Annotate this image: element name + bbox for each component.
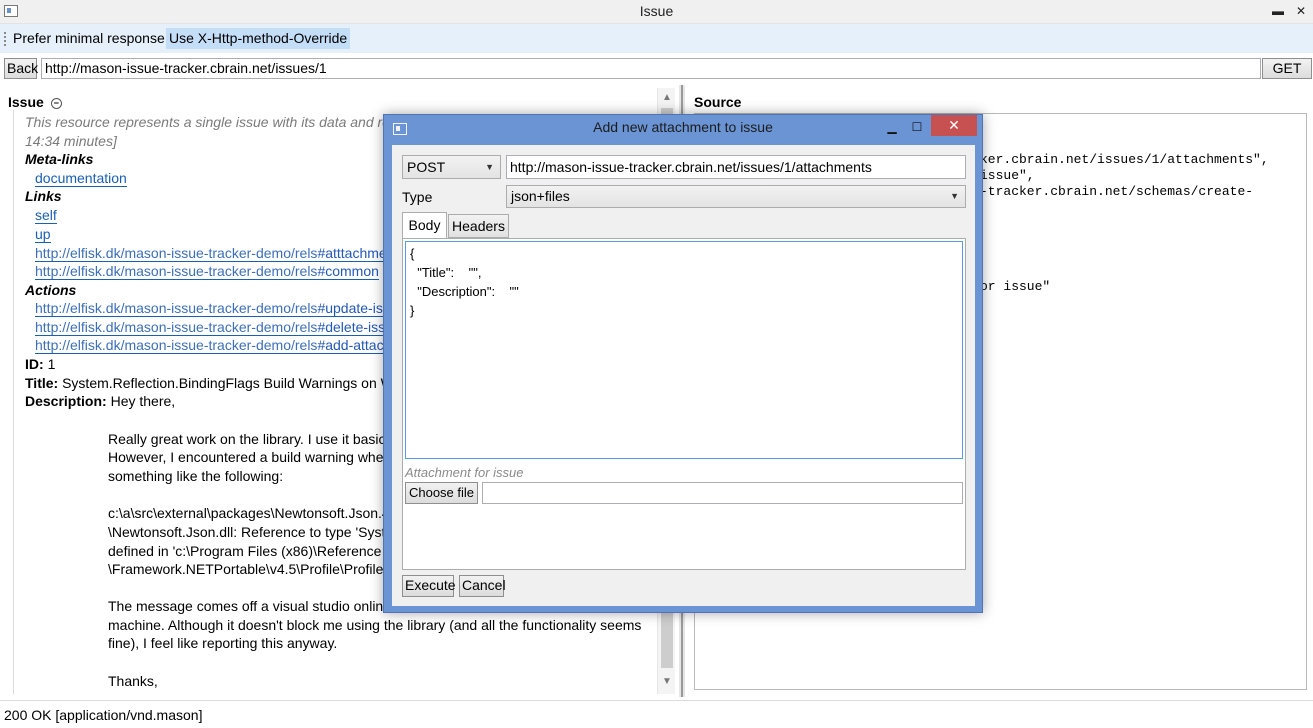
- window-title: Issue: [639, 3, 674, 19]
- description-line: However, I encountered a build warning w…: [108, 449, 384, 465]
- title-bar: Issue ▬ ✕: [0, 0, 1313, 24]
- title-label: Title:: [25, 375, 59, 391]
- add-attachment-dialog: Add new attachment to issue ▁ ☐ ✕ POST ▼…: [383, 114, 983, 613]
- rel-fragment: #common: [317, 263, 379, 279]
- rel-fragment: #add-attach: [317, 337, 392, 353]
- scroll-up-icon[interactable]: ▲: [658, 90, 675, 106]
- chevron-down-icon: ▼: [950, 191, 959, 201]
- scroll-down-icon[interactable]: ▼: [658, 674, 675, 690]
- back-button[interactable]: Back: [4, 58, 38, 79]
- up-link[interactable]: up: [35, 226, 51, 243]
- description-line: machine. Although it doesn't block me us…: [108, 617, 642, 633]
- collapse-icon[interactable]: −: [50, 97, 62, 109]
- description-line: c:\a\src\external\packages\Newtonsoft.Js…: [108, 505, 390, 521]
- close-icon[interactable]: ✕: [1293, 3, 1309, 19]
- dialog-maximize-icon[interactable]: ☐: [906, 119, 928, 135]
- source-line: issue",: [980, 168, 1035, 183]
- rel-fragment: #delete-issu: [317, 319, 393, 335]
- meta-links-label: Meta-links: [25, 151, 94, 167]
- delete-issue-action-link[interactable]: http://elfisk.dk/mason-issue-tracker-dem…: [35, 319, 393, 336]
- description-row: Description: Hey there,: [25, 392, 175, 411]
- self-link[interactable]: self: [35, 207, 57, 224]
- description-line: Really great work on the library. I use …: [108, 431, 386, 447]
- source-line: or issue": [980, 279, 1051, 294]
- links-label: Links: [25, 188, 62, 204]
- source-line: -tracker.cbrain.net/schemas/create-: [980, 184, 1254, 199]
- tree-guide-line: [13, 110, 14, 694]
- description-label: Description:: [25, 393, 107, 409]
- description-line: \Framework.NETPortable\v4.5\Profile\Prof…: [108, 561, 384, 577]
- body-editor[interactable]: { "Title": "", "Description": "" }: [405, 241, 963, 459]
- minimize-icon[interactable]: ▬: [1270, 3, 1286, 19]
- type-select[interactable]: json+files ▼: [506, 185, 966, 208]
- method-value: POST: [407, 159, 446, 175]
- type-label: Type: [402, 189, 433, 205]
- execute-button[interactable]: Execute: [402, 575, 456, 597]
- rel-base: http://elfisk.dk/mason-issue-tracker-dem…: [35, 319, 318, 335]
- comment-line: This resource represents a single issue …: [25, 114, 401, 130]
- source-header: Source: [694, 94, 742, 110]
- issue-header: Issue −: [8, 93, 62, 112]
- status-bar: 200 OK [application/vnd.mason]: [0, 700, 1313, 728]
- add-attachment-action-link[interactable]: http://elfisk.dk/mason-issue-tracker-dem…: [35, 337, 392, 354]
- file-path-input[interactable]: [482, 482, 963, 504]
- chevron-down-icon: ▼: [485, 162, 494, 172]
- update-issue-action-link[interactable]: http://elfisk.dk/mason-issue-tracker-dem…: [35, 300, 398, 317]
- common-rel-link[interactable]: http://elfisk.dk/mason-issue-tracker-dem…: [35, 263, 379, 280]
- dialog-url-input[interactable]: http://mason-issue-tracker.cbrain.net/is…: [506, 155, 966, 179]
- tab-headers[interactable]: Headers: [448, 214, 509, 238]
- rel-base: http://elfisk.dk/mason-issue-tracker-dem…: [35, 300, 318, 316]
- actions-label: Actions: [25, 282, 77, 298]
- cancel-button[interactable]: Cancel: [459, 575, 506, 597]
- description-line: fine), I feel like reporting this anyway…: [108, 635, 338, 651]
- issue-header-label: Issue: [8, 94, 44, 110]
- dialog-close-icon[interactable]: ✕: [931, 115, 977, 136]
- toolbar-grip-icon[interactable]: [4, 32, 6, 46]
- dialog-content: POST ▼ http://mason-issue-tracker.cbrain…: [392, 145, 975, 606]
- attachment-hint: Attachment for issue: [405, 465, 524, 480]
- type-value: json+files: [511, 188, 570, 204]
- description-line: Thanks,: [108, 673, 158, 689]
- description-line: something like the following:: [108, 468, 284, 484]
- rel-base: http://elfisk.dk/mason-issue-tracker-dem…: [35, 245, 318, 261]
- description-line: defined in 'c:\Program Files (x86)\Refer…: [108, 543, 394, 559]
- id-label: ID:: [25, 356, 44, 372]
- title-value: System.Reflection.BindingFlags Build War…: [62, 375, 394, 391]
- choose-file-button[interactable]: Choose file: [405, 482, 478, 504]
- comment-line: 14:34 minutes]: [25, 133, 117, 149]
- id-value: 1: [47, 356, 56, 372]
- get-button[interactable]: GET: [1262, 58, 1312, 79]
- method-select[interactable]: POST ▼: [402, 155, 501, 179]
- documentation-link[interactable]: documentation: [35, 170, 127, 187]
- prefer-minimal-response-toggle[interactable]: Prefer minimal response: [10, 28, 168, 49]
- rel-base: http://elfisk.dk/mason-issue-tracker-dem…: [35, 263, 318, 279]
- address-bar: Back http://mason-issue-tracker.cbrain.n…: [0, 56, 1313, 82]
- source-line: ker.cbrain.net/issues/1/attachments",: [980, 152, 1269, 167]
- rel-base: http://elfisk.dk/mason-issue-tracker-dem…: [35, 337, 318, 353]
- status-text: 200 OK [application/vnd.mason]: [4, 707, 203, 723]
- options-toolbar: Prefer minimal response Use X-Http-metho…: [0, 24, 1313, 53]
- id-row: ID: 1: [25, 355, 55, 374]
- tab-body[interactable]: Body: [402, 212, 447, 239]
- method-override-toggle[interactable]: Use X-Http-method-Override: [166, 28, 351, 49]
- description-first-line: Hey there,: [110, 393, 176, 409]
- title-row: Title: System.Reflection.BindingFlags Bu…: [25, 374, 394, 393]
- dialog-minimize-icon[interactable]: ▁: [881, 119, 903, 135]
- attachments-rel-link[interactable]: http://elfisk.dk/mason-issue-tracker-dem…: [35, 245, 395, 262]
- url-input[interactable]: http://mason-issue-tracker.cbrain.net/is…: [41, 58, 1261, 79]
- description-line: \Newtonsoft.Json.dll: Reference to type …: [108, 524, 394, 540]
- description-line: The message comes off a visual studio on…: [108, 598, 392, 614]
